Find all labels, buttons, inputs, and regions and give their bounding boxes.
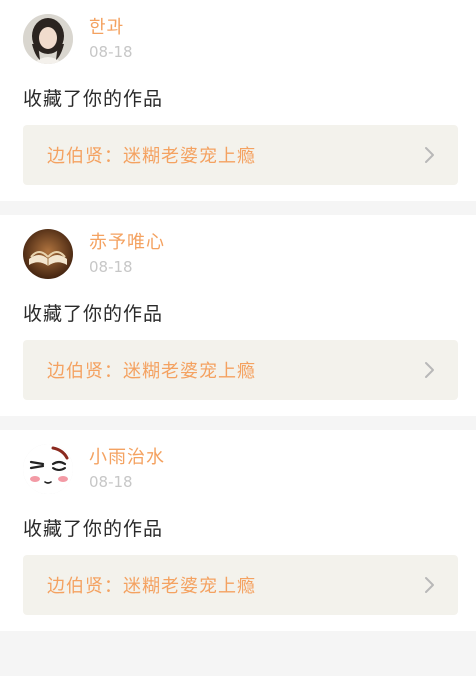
chevron-right-icon: [424, 361, 436, 379]
work-title: 边伯贤：迷糊老婆宠上瘾: [47, 146, 256, 167]
action-text: 收藏了你的作品: [23, 303, 164, 325]
user-meta: 赤予唯心 08-18: [89, 231, 165, 277]
timestamp: 08-18: [89, 258, 133, 276]
work-link[interactable]: 边伯贤：迷糊老婆宠上瘾: [23, 340, 458, 400]
timestamp: 08-18: [89, 43, 133, 61]
timestamp: 08-18: [89, 473, 133, 491]
notification-card: 한과 08-18 收藏了你的作品 边伯贤：迷糊老婆宠上瘾: [0, 0, 476, 201]
open-book-avatar[interactable]: [23, 229, 73, 279]
work-link[interactable]: 边伯贤：迷糊老婆宠上瘾: [23, 125, 458, 185]
username[interactable]: 小雨治水: [89, 446, 165, 470]
card-header: 小雨治水 08-18: [23, 444, 458, 494]
notification-card: 赤予唯心 08-18 收藏了你的作品 边伯贤：迷糊老婆宠上瘾: [0, 215, 476, 416]
card-header: 한과 08-18: [23, 14, 458, 64]
username[interactable]: 한과: [89, 16, 133, 40]
action-text: 收藏了你的作品: [23, 88, 164, 110]
notification-feed: 한과 08-18 收藏了你的作品 边伯贤：迷糊老婆宠上瘾 赤予唯心 08-18 …: [0, 0, 476, 631]
action-text: 收藏了你的作品: [23, 518, 164, 540]
user-meta: 한과 08-18: [89, 16, 133, 62]
chevron-right-icon: [424, 146, 436, 164]
blushing-face-avatar[interactable]: [23, 444, 73, 494]
work-title: 边伯贤：迷糊老婆宠上瘾: [47, 361, 256, 382]
card-header: 赤予唯心 08-18: [23, 229, 458, 279]
username[interactable]: 赤予唯心: [89, 231, 165, 255]
woman-portrait-avatar[interactable]: [23, 14, 73, 64]
work-link[interactable]: 边伯贤：迷糊老婆宠上瘾: [23, 555, 458, 615]
user-meta: 小雨治水 08-18: [89, 446, 165, 492]
notification-card: 小雨治水 08-18 收藏了你的作品 边伯贤：迷糊老婆宠上瘾: [0, 430, 476, 631]
work-title: 边伯贤：迷糊老婆宠上瘾: [47, 576, 256, 597]
chevron-right-icon: [424, 576, 436, 594]
